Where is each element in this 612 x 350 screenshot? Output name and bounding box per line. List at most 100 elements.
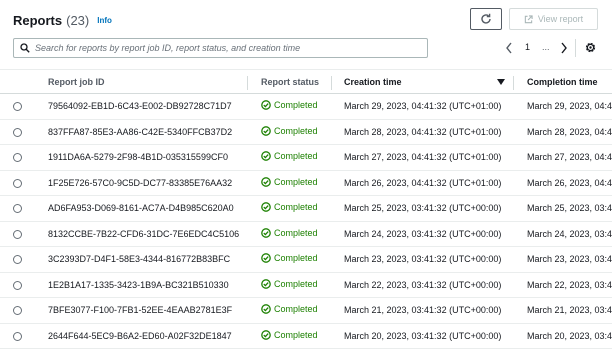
row-radio-button[interactable] [13,280,22,290]
status-badge: Completed [261,304,318,314]
table-row[interactable]: 1911DA6A-5279-2F98-4B1D-035315599CF0 Com… [0,145,612,171]
completion-time: March 20, 2023, 03:41: [527,330,612,341]
creation-time: March 26, 2023, 04:41:32 (UTC+01:00) [344,177,502,188]
row-radio-button[interactable] [13,204,22,213]
report-job-id: AD6FA953-D069-8161-AC7A-D4B985C620A0 [48,203,234,213]
status-text: Completed [274,278,318,289]
creation-time: March 25, 2023, 03:41:32 (UTC+00:00) [344,203,502,213]
page-header: Reports (23) Info [13,12,112,28]
table-row[interactable]: 7BFE3077-F100-7FB1-52EE-4EAAB2781E3F Com… [0,298,612,324]
column-header-creation-time[interactable]: Creation time [344,77,402,87]
column-divider [513,76,514,90]
report-job-id: 1911DA6A-5279-2F98-4B1D-035315599CF0 [48,152,228,162]
status-badge: Completed [261,202,318,212]
status-text: Completed [274,227,318,238]
check-circle-icon [261,100,271,110]
status-text: Completed [274,176,318,187]
view-report-label: View report [537,14,584,24]
completion-time: March 24, 2023, 03:41: [527,228,612,239]
completion-time: March 26, 2023, 04:41: [527,177,612,188]
column-divider [331,76,332,90]
row-radio-button[interactable] [13,178,22,188]
refresh-icon [481,13,491,24]
completion-time: March 23, 2023, 03:41: [527,254,612,264]
status-text: Completed [274,151,318,161]
check-circle-icon [261,125,271,136]
sort-descending-icon[interactable] [497,79,505,85]
row-radio-button[interactable] [13,153,22,162]
creation-time: March 27, 2023, 04:41:32 (UTC+01:00) [344,152,502,162]
page-title: Reports [13,12,63,28]
report-job-id: 2644F644-5EC9-B6A2-ED60-A02F32DE1847 [48,330,232,341]
check-circle-icon [261,151,271,161]
check-circle-icon [261,227,271,238]
table-row[interactable]: 3C2393D7-D4F1-58E3-4344-816772B83BFC Com… [0,247,612,273]
report-job-id: 1F25E726-57C0-9C5D-DC77-83385E76AA32 [48,177,233,188]
info-link[interactable]: Info [97,16,112,25]
completion-time: March 21, 2023, 03:41: [527,305,612,315]
status-badge: Completed [261,330,318,340]
completion-time: March 28, 2023, 04:41: [527,126,612,137]
status-text: Completed [274,125,318,136]
status-badge: Completed [261,177,318,187]
report-job-id: 1E2B1A17-1335-3423-1B9A-BC321B510330 [48,279,229,290]
table-row[interactable]: AD6FA953-D069-8161-AC7A-D4B985C620A0 Com… [0,196,612,222]
creation-time: March 29, 2023, 04:41:32 (UTC+01:00) [344,101,502,111]
check-circle-icon [261,176,271,187]
chevron-left-icon[interactable] [505,41,513,55]
status-badge: Completed [261,253,318,263]
creation-time: March 21, 2023, 03:41:32 (UTC+00:00) [344,305,502,315]
row-radio-button[interactable] [13,102,22,111]
search-icon [20,43,30,53]
page-ellipsis: ... [542,42,550,52]
status-text: Completed [274,100,318,110]
column-header-report-job-id[interactable]: Report job ID [48,77,105,87]
check-circle-icon [261,278,271,289]
report-job-id: 7BFE3077-F100-7FB1-52EE-4EAAB2781E3F [48,305,233,315]
column-divider [247,76,248,90]
status-text: Completed [274,329,318,340]
view-report-button[interactable]: View report [509,8,598,30]
refresh-button[interactable] [470,8,502,30]
completion-time: March 27, 2023, 04:41: [527,152,612,162]
check-circle-icon [261,202,271,212]
row-radio-button[interactable] [13,331,22,341]
table-row[interactable]: 837FFA87-85E3-AA86-C42E-5340FFCB37D2 Com… [0,120,612,145]
check-circle-icon [261,253,271,263]
row-radio-button[interactable] [13,306,22,315]
status-text: Completed [274,202,318,212]
table-header: Report job ID Report status Creation tim… [0,69,612,94]
status-badge: Completed [261,100,318,110]
row-radio-button[interactable] [13,255,22,264]
row-radio-button[interactable] [13,127,22,137]
search-field[interactable] [13,38,428,58]
creation-time: March 22, 2023, 03:41:32 (UTC+00:00) [344,279,502,290]
table-row[interactable]: 1F25E726-57C0-9C5D-DC77-83385E76AA32 Com… [0,171,612,196]
search-input[interactable] [35,43,415,53]
table-row[interactable]: 1E2B1A17-1335-3423-1B9A-BC321B510330 Com… [0,273,612,298]
table-row[interactable]: 79564092-EB1D-6C43-E002-DB92728C71D7 Com… [0,94,612,120]
external-link-icon [524,14,533,23]
table-row[interactable]: 2644F644-5EC9-B6A2-ED60-A02F32DE1847 Com… [0,324,612,349]
gear-icon[interactable] [584,41,597,54]
completion-time: March 25, 2023, 03:41: [527,203,612,213]
column-header-completion-time[interactable]: Completion time [527,77,598,87]
creation-time: March 20, 2023, 03:41:32 (UTC+00:00) [344,330,502,341]
report-job-id: 3C2393D7-D4F1-58E3-4344-816772B83BFC [48,254,231,264]
creation-time: March 23, 2023, 03:41:32 (UTC+00:00) [344,254,502,264]
completion-time: March 22, 2023, 03:41: [527,279,612,290]
column-header-report-status[interactable]: Report status [261,77,319,87]
pagination-divider [575,39,576,57]
status-badge: Completed [261,151,318,161]
report-job-id: 837FFA87-85E3-AA86-C42E-5340FFCB37D2 [48,126,233,137]
report-job-id: 79564092-EB1D-6C43-E002-DB92728C71D7 [48,101,232,111]
page-number-current[interactable]: 1 [525,42,530,52]
check-circle-icon [261,329,271,340]
table-row[interactable]: 8132CCBE-7B22-CFD6-31DC-7E6EDC4C5106 Com… [0,222,612,247]
status-text: Completed [274,253,318,263]
row-radio-button[interactable] [13,229,22,239]
status-badge: Completed [261,228,318,238]
status-text: Completed [274,304,318,314]
chevron-right-icon[interactable] [560,41,568,55]
reports-table: Report job ID Report status Creation tim… [0,69,612,349]
